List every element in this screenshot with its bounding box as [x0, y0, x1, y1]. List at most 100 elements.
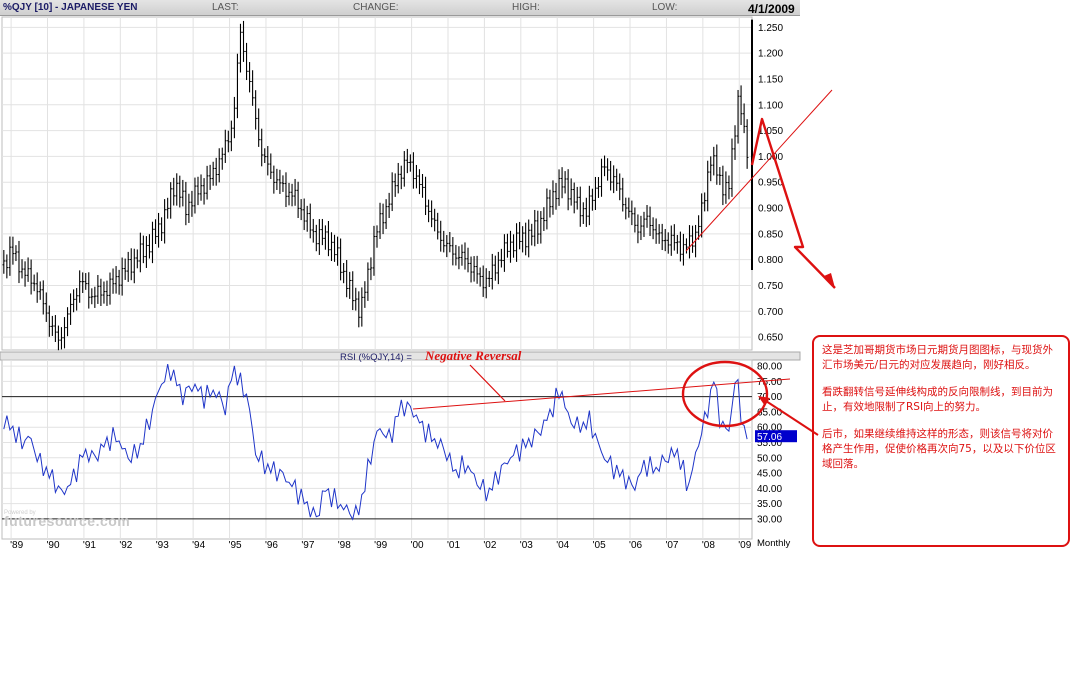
price-bar [703, 192, 706, 212]
rsi-tick-label: 40.00 [757, 484, 782, 495]
price-bar [412, 152, 415, 189]
price-bar [575, 186, 579, 210]
price-bar [396, 162, 400, 194]
price-bar [600, 158, 603, 197]
price-bar [448, 232, 452, 253]
price-bar [26, 257, 30, 282]
price-bar [533, 209, 537, 247]
period-label: Monthly [757, 538, 791, 549]
x-tick-label: '92 [119, 540, 132, 551]
price-bar [666, 232, 670, 254]
price-bar [439, 220, 443, 252]
x-axis: '89 '90 '91 '92 '93 '94 '95 '96 '97 '98 '99 '00 '01 '… [10, 540, 752, 551]
rsi-tick-label: 35.00 [757, 499, 782, 510]
price-bar [269, 153, 273, 180]
price-bar [208, 164, 212, 190]
price-bar [224, 129, 227, 163]
price-bar [636, 214, 640, 244]
rsi-label: RSI (%QJY,14) = [340, 352, 412, 363]
price-bar [114, 266, 118, 294]
price-bar [612, 165, 615, 194]
price-bar [524, 222, 527, 256]
price-bar [351, 271, 355, 311]
price-bar [157, 212, 160, 248]
price-bar [487, 270, 491, 288]
price-bar [354, 287, 358, 311]
price-bar [427, 199, 430, 223]
price-bar [375, 225, 379, 248]
price-bar [506, 233, 509, 258]
price-bar [75, 288, 78, 311]
price-bar [578, 186, 582, 227]
price-bar [311, 218, 315, 243]
price-bar [430, 200, 433, 228]
price-bar [360, 287, 364, 327]
annotation-note-1: 这是芝加哥期货市场日元期货月图图标，与现货外汇市场美元/日元的对应发展趋向，刚好… [822, 344, 1053, 371]
price-bar [23, 261, 27, 287]
price-bar [254, 90, 257, 130]
price-bar [233, 96, 236, 139]
price-bar [548, 189, 552, 218]
price-bar [515, 223, 518, 262]
price-bar [151, 221, 154, 264]
price-panel-frame [1, 16, 753, 351]
price-bar [14, 245, 18, 262]
price-bar [302, 198, 306, 231]
price-bar [399, 165, 403, 190]
price-bar [500, 248, 503, 268]
chart-date: 4/1/2009 [748, 2, 795, 16]
price-bar [539, 211, 543, 244]
price-bar [145, 236, 148, 268]
price-bar [69, 293, 72, 325]
price-bar [530, 223, 534, 246]
logo-text: futuresource.com [4, 513, 131, 529]
negative-reversal-label: Negative Reversal [425, 348, 522, 363]
rsi-tick-label: 50.00 [757, 453, 782, 464]
price-bar [651, 217, 655, 240]
price-bar [281, 175, 285, 192]
price-bar [633, 207, 637, 233]
price-bar [51, 315, 54, 336]
price-bar [136, 249, 139, 269]
price-bar [615, 168, 618, 191]
price-bar [175, 173, 179, 206]
price-bar [184, 181, 188, 226]
x-tick-label: '03 [520, 540, 533, 551]
price-bar [284, 172, 288, 207]
price-bar [35, 272, 39, 303]
price-bar [484, 268, 488, 299]
price-bar [57, 325, 60, 351]
price-bar [327, 220, 330, 257]
rsi-y-axis: 80.0075.0070.0065.0060.0055.0050.0045.00… [755, 362, 797, 525]
price-bar [290, 183, 294, 207]
price-bar [132, 248, 136, 284]
price-bar [415, 164, 418, 189]
price-bar [32, 274, 36, 292]
price-bar [609, 160, 612, 191]
price-series [2, 19, 753, 351]
price-bar [181, 179, 185, 207]
price-bar [421, 174, 424, 198]
price-bar [536, 210, 540, 244]
price-bar [618, 173, 622, 201]
x-tick-label: '95 [229, 540, 242, 551]
price-bar [660, 223, 664, 251]
price-bar [102, 281, 106, 304]
price-bar [724, 171, 728, 204]
x-tick-label: '96 [265, 540, 278, 551]
price-bar [5, 254, 9, 279]
price-bar [673, 224, 676, 251]
price-bar [275, 168, 279, 190]
annotation-box: 这是芝加哥期货市场日元期货月图图标，与现货外汇市场美元/日元的对应发展趋向，刚好… [812, 335, 1070, 547]
price-bar [48, 305, 51, 337]
price-tick-label: 1.100 [758, 100, 783, 111]
price-bar [2, 250, 6, 274]
price-bar [248, 62, 251, 93]
price-bar [654, 218, 658, 244]
x-tick-label: '89 [10, 540, 23, 551]
x-tick-label: '99 [374, 540, 387, 551]
price-bar [178, 175, 182, 208]
price-bar [727, 175, 731, 200]
price-bar [603, 155, 606, 177]
price-bar [108, 272, 112, 305]
